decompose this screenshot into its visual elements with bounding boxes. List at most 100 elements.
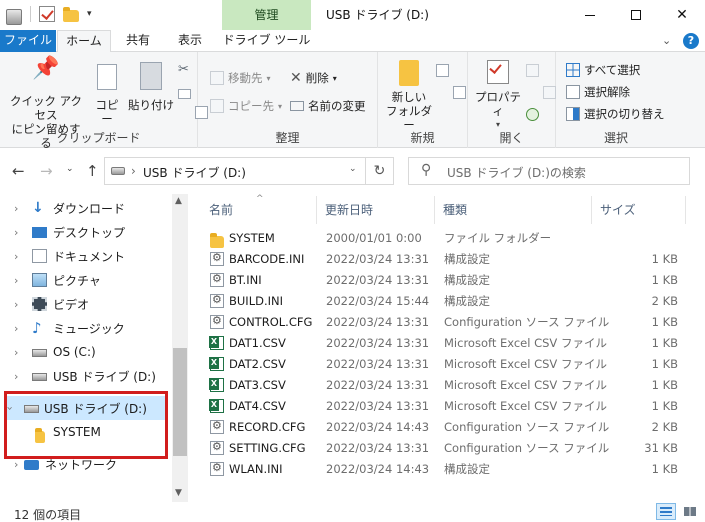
edit-icon[interactable] xyxy=(542,86,556,99)
history-icon[interactable] xyxy=(526,108,539,121)
breadcrumb-separator: › xyxy=(131,164,136,178)
file-row[interactable]: RECORD.CFG 2022/03/24 14:43 Configuration … xyxy=(206,416,686,437)
nav-item-os-c[interactable]: › OS (C:) xyxy=(0,340,172,364)
column-header-size[interactable]: サイズ xyxy=(592,196,686,224)
new-folder-icon[interactable] xyxy=(63,6,79,22)
rename-button[interactable]: 名前の変更 xyxy=(290,98,366,114)
tab-file[interactable]: ファイル xyxy=(0,30,56,52)
invert-selection-button[interactable]: 選択の切り替え xyxy=(566,106,665,122)
search-placeholder: USB ドライブ (D:)の検索 xyxy=(447,166,586,180)
expand-chevron-icon[interactable]: › xyxy=(14,458,18,471)
properties-icon xyxy=(487,60,509,84)
settings-file-icon xyxy=(210,272,224,287)
scroll-down-icon[interactable]: ▼ xyxy=(175,488,182,498)
qat-dropdown[interactable]: ▾ xyxy=(87,9,92,19)
expand-chevron-icon[interactable]: › xyxy=(14,226,18,239)
large-icons-view-button[interactable] xyxy=(680,503,700,520)
open-group-label: 開く xyxy=(499,131,524,145)
copy-path-icon[interactable] xyxy=(178,89,191,99)
new-item-icon[interactable] xyxy=(436,64,449,77)
column-header-date[interactable]: 更新日時 xyxy=(317,196,435,224)
file-row[interactable]: BUILD.INI 2022/03/24 15:44 構成設定 2 KB xyxy=(206,290,686,311)
nav-item-downloads[interactable]: › ↓ ダウンロード xyxy=(0,196,172,220)
expand-chevron-icon[interactable]: › xyxy=(14,322,18,335)
delete-button[interactable]: ✕ 削除 ▾ xyxy=(290,70,337,86)
details-view-icon xyxy=(660,507,672,516)
help-icon[interactable]: ? xyxy=(683,33,699,49)
file-date: 2022/03/24 13:31 xyxy=(326,377,430,392)
settings-file-icon xyxy=(210,293,224,308)
new-folder-button[interactable]: 新しい フォルダー xyxy=(382,60,436,132)
expand-chevron-icon[interactable]: › xyxy=(14,346,18,359)
cut-icon[interactable]: ✂ xyxy=(178,62,189,77)
nav-item-usb-d[interactable]: › USB ドライブ (D:) xyxy=(0,364,172,388)
select-all-button[interactable]: すべて選択 xyxy=(566,62,640,78)
maximize-button[interactable] xyxy=(613,0,659,30)
tab-view[interactable]: 表示 xyxy=(164,30,216,52)
expand-chevron-icon[interactable]: › xyxy=(14,274,18,287)
column-header-name[interactable]: 名前 xyxy=(201,196,317,224)
search-box[interactable]: ⚲ USB ドライブ (D:)の検索 xyxy=(408,157,690,185)
refresh-button[interactable]: ↻ xyxy=(366,157,394,185)
clipboard-group-label: クリップボード xyxy=(56,131,141,145)
drive-icon xyxy=(6,8,22,25)
open-icon[interactable] xyxy=(526,64,539,77)
close-button[interactable]: ✕ xyxy=(659,0,705,30)
file-date: 2022/03/24 13:31 xyxy=(326,440,430,455)
tab-drive-tools[interactable]: ドライブ ツール xyxy=(222,30,311,52)
properties-icon[interactable] xyxy=(39,6,55,22)
organize-group: 移動先 ▾ コピー先 ▾ ✕ 削除 ▾ 名前の変更 整理 xyxy=(198,52,378,148)
paste-button[interactable]: 貼り付け xyxy=(128,62,174,112)
nav-item-videos[interactable]: › ビデオ xyxy=(0,292,172,316)
tab-share[interactable]: 共有 xyxy=(114,30,162,52)
recent-locations-icon[interactable]: ⌄ xyxy=(66,164,74,174)
nav-item-documents[interactable]: › ドキュメント xyxy=(0,244,172,268)
file-row[interactable]: DAT3.CSV 2022/03/24 13:31 Microsoft Excel … xyxy=(206,374,686,395)
file-row[interactable]: CONTROL.CFG 2022/03/24 13:31 Configuration… xyxy=(206,311,686,332)
file-date: 2022/03/24 14:43 xyxy=(326,419,430,434)
file-date: 2022/03/24 13:31 xyxy=(326,356,430,371)
file-row[interactable]: SETTING.CFG 2022/03/24 13:31 Configuration… xyxy=(206,437,686,458)
properties-button[interactable]: プロパティ ▾ xyxy=(470,60,526,132)
expand-chevron-icon[interactable]: › xyxy=(14,202,18,215)
expand-chevron-icon[interactable]: › xyxy=(14,250,18,263)
tab-home[interactable]: ホーム xyxy=(57,30,111,53)
nav-item-music[interactable]: › ♪ ミュージック xyxy=(0,316,172,340)
move-to-button[interactable]: 移動先 ▾ xyxy=(210,70,271,86)
copy-to-button[interactable]: コピー先 ▾ xyxy=(210,98,282,114)
file-row[interactable]: DAT1.CSV 2022/03/24 13:31 Microsoft Excel … xyxy=(206,332,686,353)
address-bar[interactable]: › USB ドライブ (D:) ⌄ xyxy=(104,157,366,185)
file-row[interactable]: WLAN.INI 2022/03/24 14:43 構成設定 1 KB xyxy=(206,458,686,479)
back-arrow-icon[interactable]: ← xyxy=(12,162,25,180)
forward-arrow-icon[interactable]: → xyxy=(40,162,53,180)
minimize-button[interactable] xyxy=(567,0,613,30)
maximize-icon xyxy=(631,10,641,20)
column-header-type[interactable]: 種類 xyxy=(435,196,592,224)
expand-chevron-icon[interactable]: › xyxy=(14,298,18,311)
nav-item-desktop[interactable]: › デスクトップ xyxy=(0,220,172,244)
nav-pane-scroll-thumb[interactable] xyxy=(173,348,187,456)
file-row[interactable]: BARCODE.INI 2022/03/24 13:31 構成設定 1 KB xyxy=(206,248,686,269)
file-date: 2022/03/24 13:31 xyxy=(326,398,430,413)
file-row[interactable]: BT.INI 2022/03/24 13:31 構成設定 1 KB xyxy=(206,269,686,290)
expand-chevron-icon[interactable]: › xyxy=(14,370,18,383)
address-dropdown-icon[interactable]: ⌄ xyxy=(349,164,357,174)
collapse-ribbon-icon[interactable]: ⌄ xyxy=(662,34,671,47)
file-size: 1 KB xyxy=(651,272,678,287)
file-name: DAT2.CSV xyxy=(229,356,286,371)
select-none-button[interactable]: 選択解除 xyxy=(566,84,630,100)
file-row[interactable]: DAT2.CSV 2022/03/24 13:31 Microsoft Excel … xyxy=(206,353,686,374)
file-row[interactable]: SYSTEM 2000/01/01 0:00 ファイル フォルダー xyxy=(206,227,686,248)
details-view-button[interactable] xyxy=(656,503,676,520)
copy-button[interactable]: コピー xyxy=(90,62,124,126)
scroll-up-icon[interactable]: ▲ xyxy=(175,196,182,206)
breadcrumb-path[interactable]: USB ドライブ (D:) xyxy=(143,164,246,181)
context-tab-manage[interactable]: 管理 xyxy=(222,0,311,30)
nav-item-pictures[interactable]: › ピクチャ xyxy=(0,268,172,292)
easy-access-icon[interactable] xyxy=(452,86,466,99)
file-name: BUILD.INI xyxy=(229,293,284,308)
file-type: Configuration ソース ファイル xyxy=(444,440,610,455)
up-arrow-icon[interactable]: ↑ xyxy=(86,162,99,180)
file-size: 2 KB xyxy=(651,293,678,308)
file-row[interactable]: DAT4.CSV 2022/03/24 13:31 Microsoft Excel … xyxy=(206,395,686,416)
